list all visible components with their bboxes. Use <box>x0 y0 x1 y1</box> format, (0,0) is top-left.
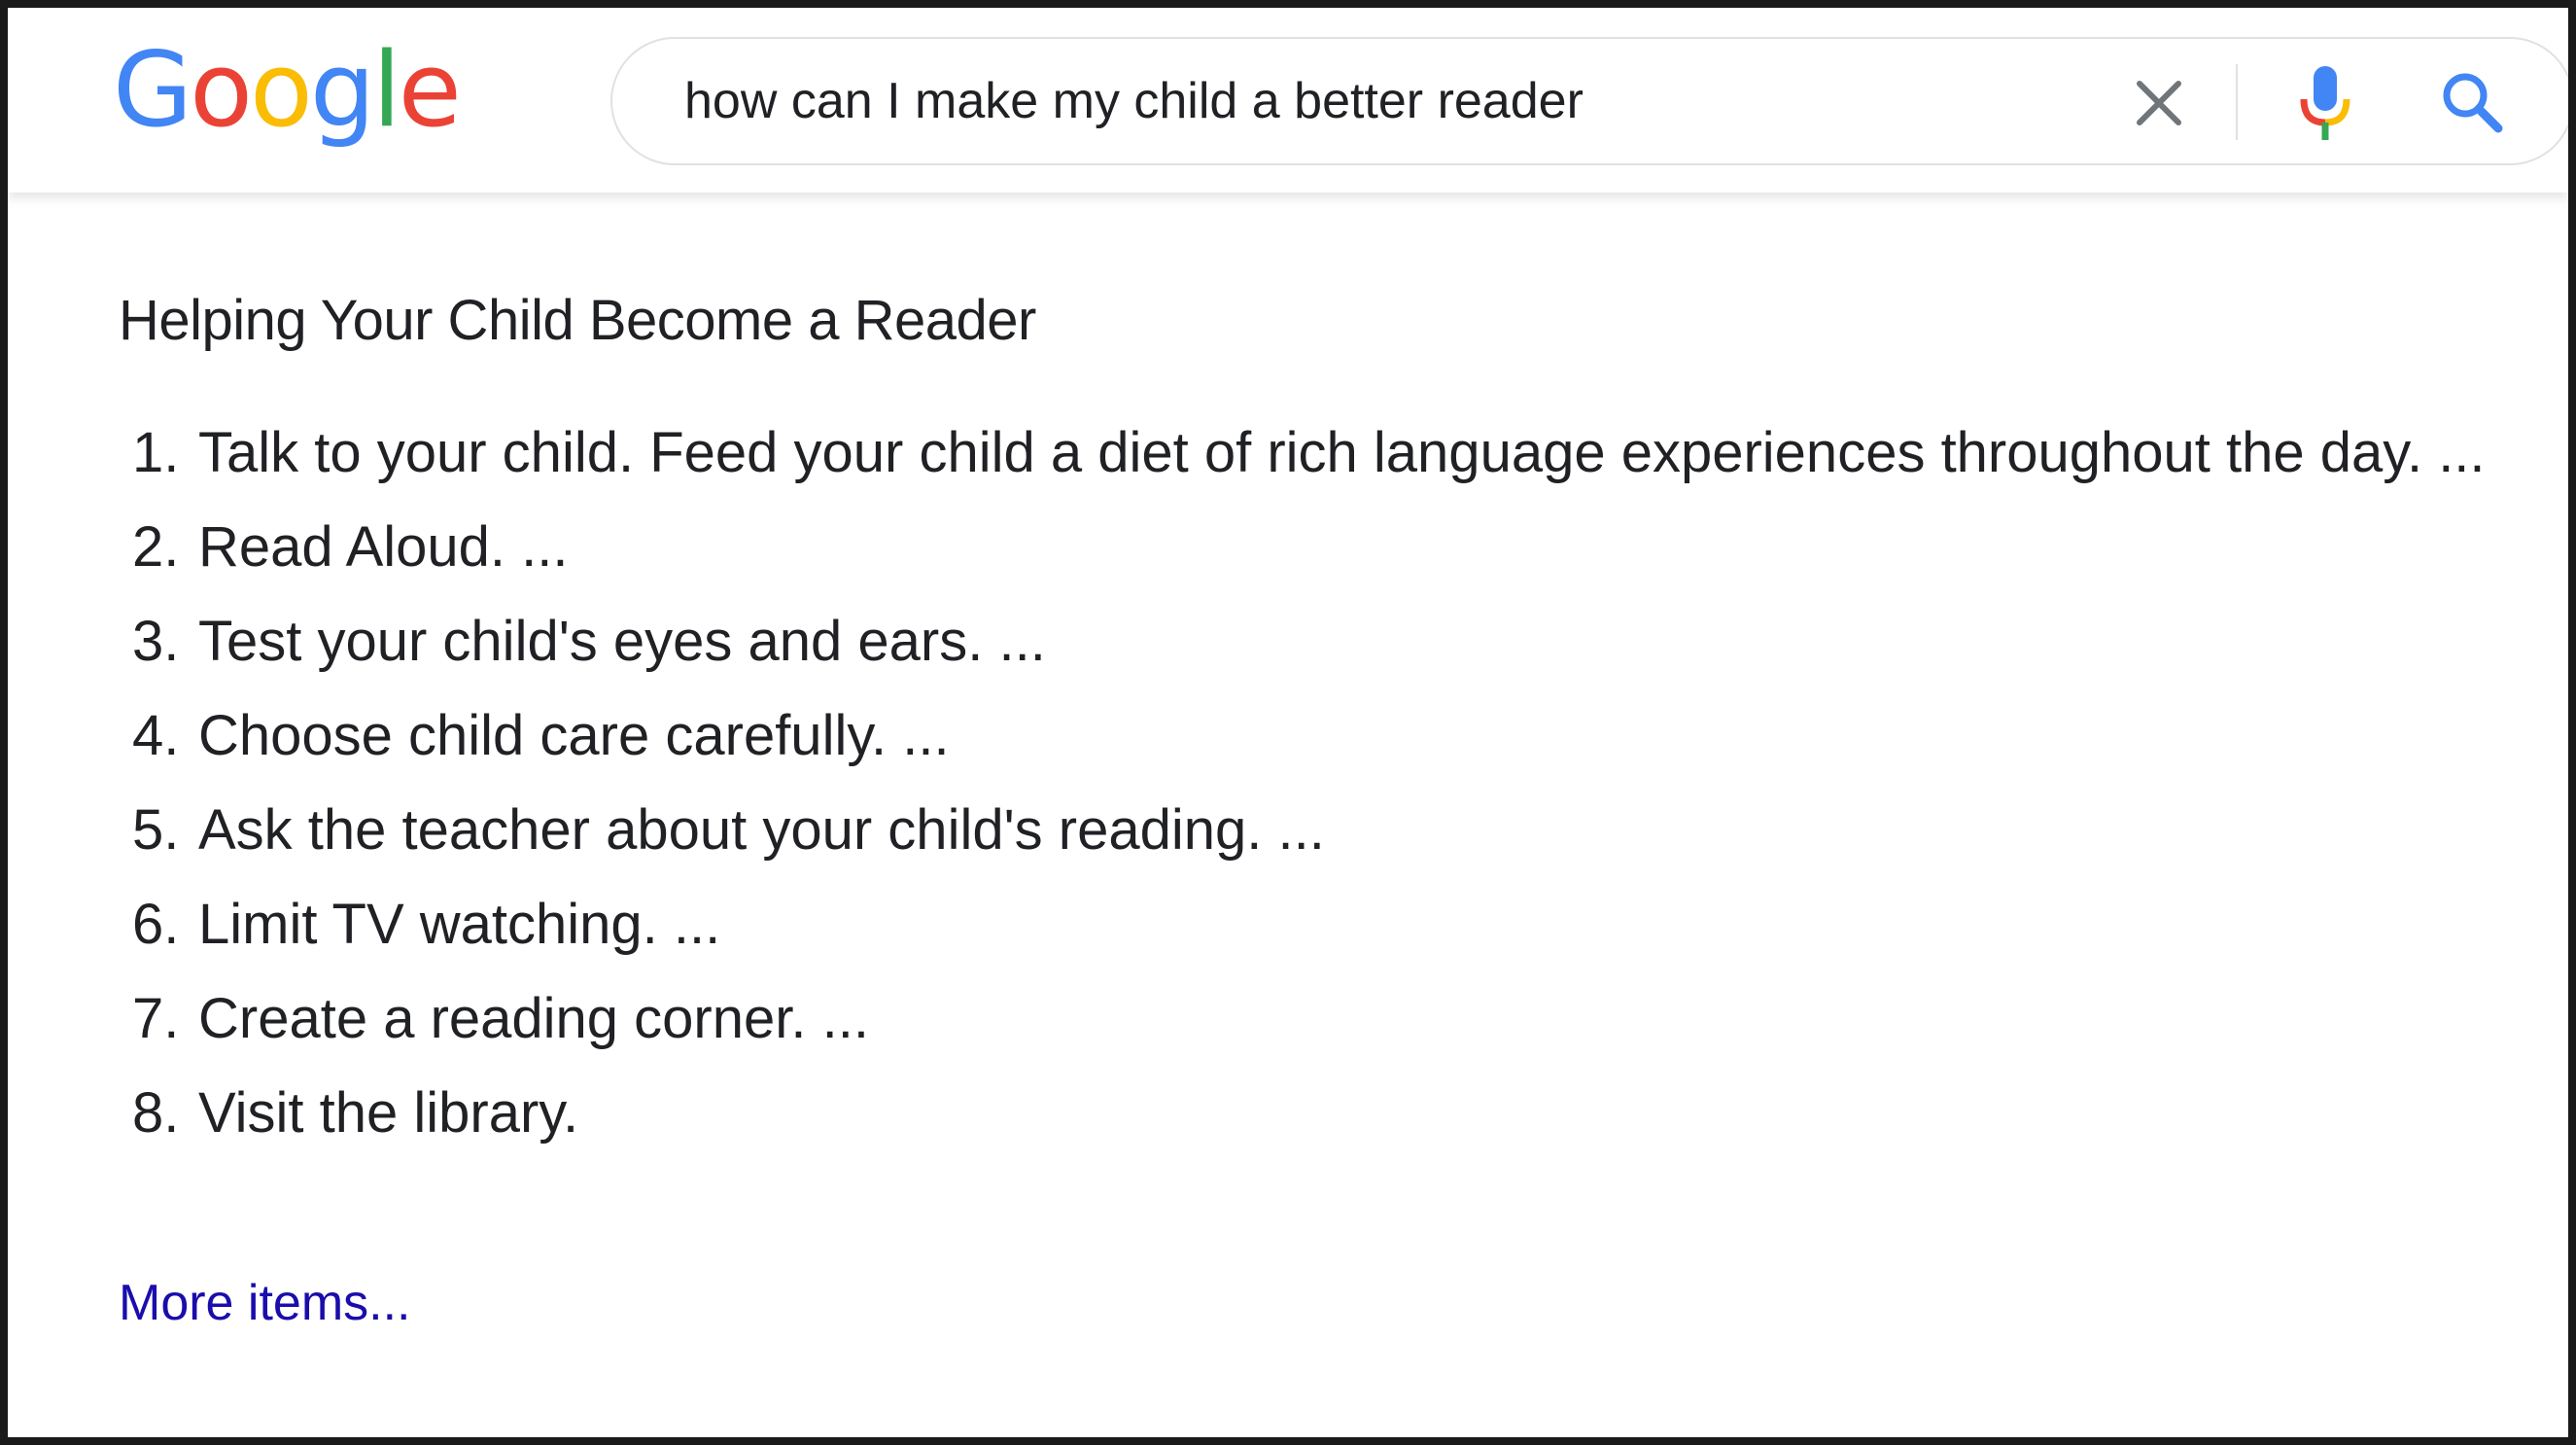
google-logo[interactable]: Google <box>113 30 462 150</box>
list-item-number: 5. <box>132 798 180 862</box>
logo-letter: l <box>372 30 401 150</box>
logo-letter: o <box>250 30 313 150</box>
voice-search-button[interactable] <box>2286 58 2364 146</box>
logo-letter: e <box>398 30 462 150</box>
snippet-list: 1. Talk to your child. Feed your child a … <box>119 412 2486 1167</box>
list-item-text: Ask the teacher about your child's readi… <box>198 798 1325 862</box>
list-item-text: Choose child care carefully. ... <box>198 704 950 767</box>
list-item-text: Create a reading corner. ... <box>198 987 869 1050</box>
search-divider <box>2236 64 2238 140</box>
list-item-number: 8. <box>132 1081 180 1145</box>
list-item-text: Visit the library. <box>198 1081 579 1145</box>
search-input[interactable] <box>684 66 2045 136</box>
close-icon <box>2137 81 2181 125</box>
logo-letter: G <box>113 30 192 150</box>
list-item-number: 6. <box>132 893 180 956</box>
list-item: 5. Ask the teacher about your child's rea… <box>119 790 2452 871</box>
search-icon <box>2443 73 2503 133</box>
list-item-number: 1. <box>132 421 180 484</box>
list-item-number: 4. <box>132 704 180 767</box>
search-box <box>610 37 2568 165</box>
list-item-number: 3. <box>132 610 180 673</box>
list-item: 6. Limit TV watching. ... <box>119 884 2452 966</box>
more-items-link[interactable]: More items... <box>119 1274 411 1332</box>
list-item-number: 2. <box>132 515 180 579</box>
list-item-text: Limit TV watching. ... <box>198 893 721 956</box>
snippet-title: Helping Your Child Become a Reader <box>119 289 1036 352</box>
page: Google how can I make my child a better … <box>0 0 2576 1445</box>
list-item: 7. Create a reading corner. ... <box>119 978 2452 1060</box>
search-header: Google <box>8 8 2568 193</box>
list-item-number: 7. <box>132 987 180 1050</box>
microphone-icon <box>2300 66 2350 140</box>
list-item: 8. Visit the library. <box>119 1073 2452 1154</box>
search-submit-button[interactable] <box>2436 66 2510 140</box>
list-item-text: Test your child's eyes and ears. ... <box>198 610 1046 673</box>
list-item-text: Talk to your child. Feed your child a di… <box>198 421 2486 484</box>
logo-letter: g <box>309 30 375 150</box>
list-item-text: Read Aloud. ... <box>198 515 569 579</box>
clear-search-button[interactable] <box>2124 68 2194 138</box>
list-item: 3. Test your child's eyes and ears. ... <box>119 601 2452 683</box>
list-item: 4. Choose child care carefully. ... <box>119 695 2452 777</box>
list-item: 2. Read Aloud. ... <box>119 507 2452 588</box>
logo-letter: o <box>190 30 253 150</box>
list-item: 1. Talk to your child. Feed your child a … <box>119 412 2486 494</box>
